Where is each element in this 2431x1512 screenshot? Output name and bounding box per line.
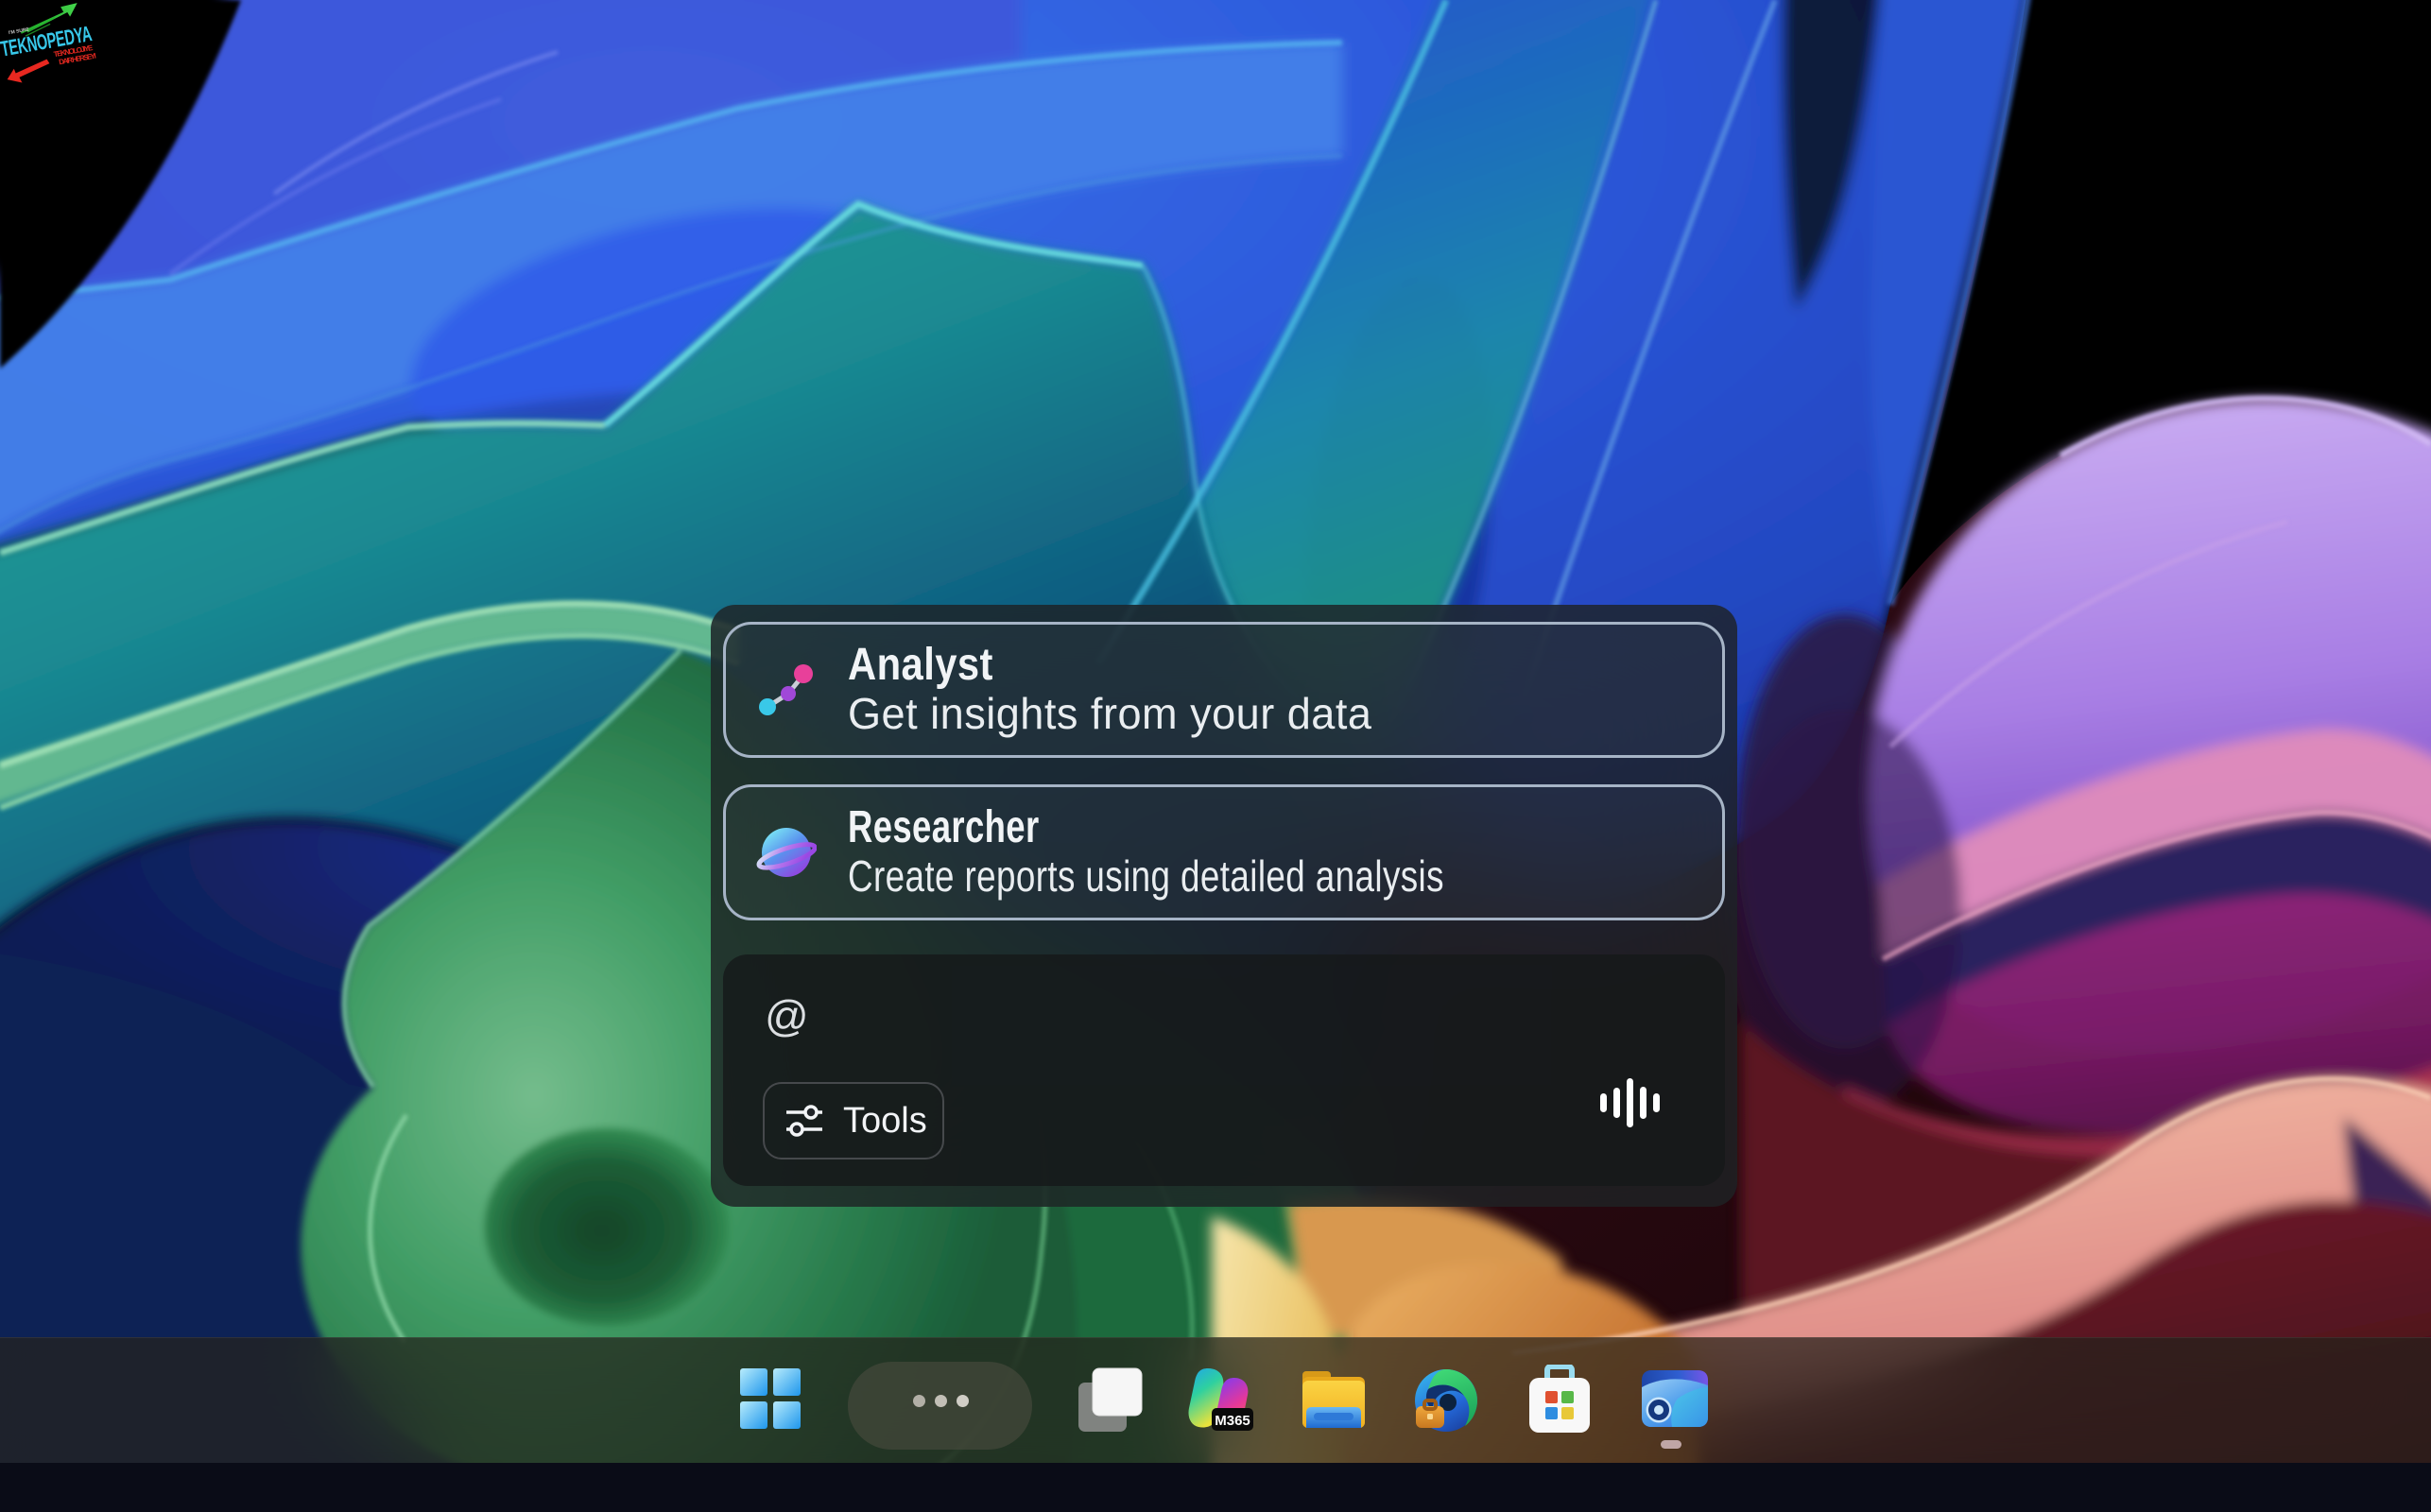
svg-text:M365: M365 <box>1215 1413 1250 1429</box>
